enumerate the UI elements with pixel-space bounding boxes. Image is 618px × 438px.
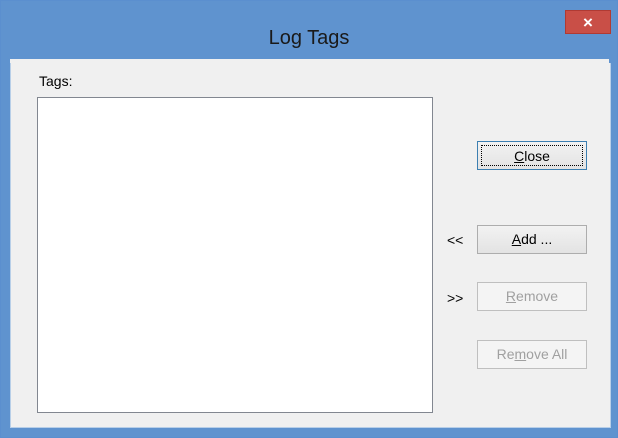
add-arrow: << <box>447 232 464 248</box>
close-button-rest: lose <box>524 148 550 164</box>
add-button[interactable]: Add ... <box>477 225 587 254</box>
dialog-title: Log Tags <box>268 27 350 49</box>
remove-arrow: >> <box>447 290 464 306</box>
log-tags-dialog: Log Tags × Tags: Close << Add ... >> Rem… <box>0 0 618 438</box>
window-frame-bottom <box>1 427 617 437</box>
tags-listbox[interactable] <box>37 97 433 413</box>
add-button-rest: dd ... <box>521 231 553 247</box>
remove-button-rest: emove <box>516 288 559 304</box>
remove-all-button-mnemonic: m <box>514 346 527 362</box>
remove-all-button-rest: ove All <box>526 346 568 362</box>
remove-button[interactable]: Remove <box>477 282 587 311</box>
close-button[interactable]: Close <box>477 141 587 170</box>
title-bar[interactable]: Log Tags × <box>1 1 617 59</box>
close-icon: × <box>583 13 593 32</box>
remove-all-button-prefix: Re <box>496 346 515 362</box>
close-button-mnemonic: C <box>514 148 525 164</box>
add-button-mnemonic: A <box>511 231 522 247</box>
window-close-button[interactable]: × <box>565 10 611 34</box>
tags-label: Tags: <box>39 73 73 89</box>
window-frame-left <box>1 59 10 429</box>
remove-all-button[interactable]: Remove All <box>477 340 587 369</box>
close-button-focus-rect: Close <box>481 145 583 166</box>
remove-button-mnemonic: R <box>505 288 517 304</box>
